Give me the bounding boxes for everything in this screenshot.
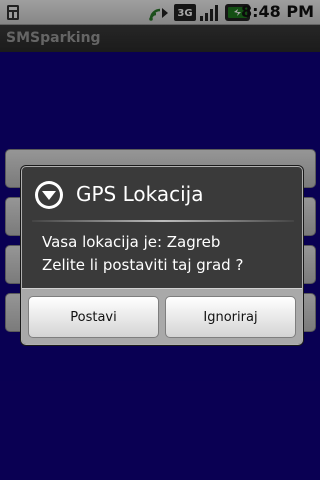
postavi-button[interactable]: Postavi — [28, 296, 159, 338]
dialog-message: Vasa lokacija je: Zagreb Zelite li posta… — [42, 231, 297, 277]
dialog-divider — [32, 220, 294, 222]
gps-dialog: GPS Lokacija Vasa lokacija je: Zagreb Ze… — [21, 166, 303, 345]
dialog-title: GPS Lokacija — [76, 182, 204, 206]
dialog-message-line-2: Zelite li postaviti taj grad ? — [42, 256, 244, 274]
ignoriraj-button[interactable]: Ignoriraj — [165, 296, 296, 338]
dialog-button-bar: Postavi Ignoriraj — [22, 288, 302, 344]
info-arrow-icon — [35, 181, 63, 209]
dialog-header: GPS Lokacija — [22, 167, 302, 219]
dialog-message-line-1: Vasa lokacija je: Zagreb — [42, 233, 221, 251]
